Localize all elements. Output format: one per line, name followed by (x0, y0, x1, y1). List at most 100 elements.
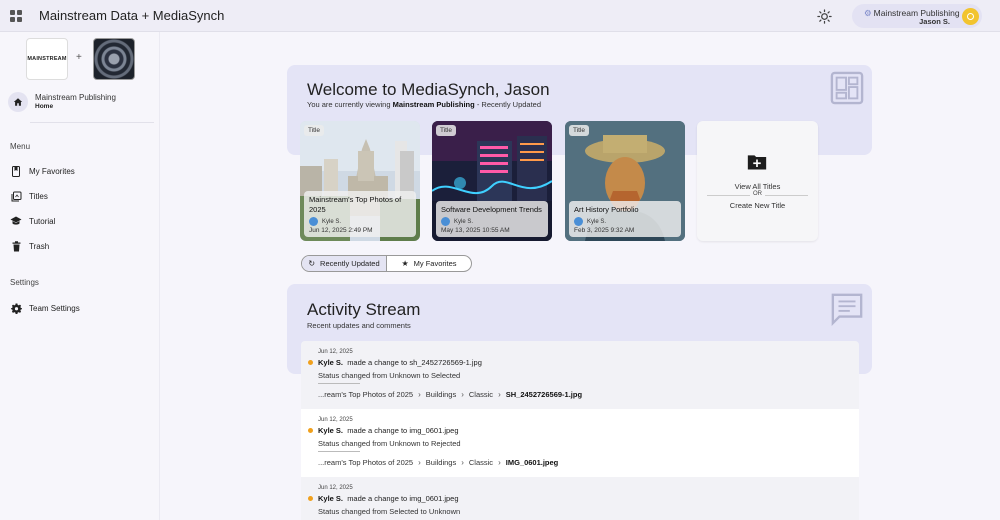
divider (318, 451, 360, 452)
title-tile-top-photos[interactable]: Title Mainstream's Top Photos of 2025 Ky… (300, 121, 420, 241)
breadcrumb-item[interactable]: SH_2452726569-1.jpg (506, 390, 582, 399)
activity-status: Status changed from Unknown to Rejected (318, 439, 461, 448)
comment-icon (831, 293, 863, 326)
unread-dot-icon (308, 360, 313, 365)
breadcrumb-item[interactable]: Classic (469, 458, 493, 467)
gear-icon (10, 302, 22, 314)
user-badge-icon (441, 217, 450, 226)
sidebar-item-tutorial[interactable]: Tutorial (10, 213, 150, 229)
tile-date: May 13, 2025 10:55 AM (441, 227, 510, 234)
title-tile-art-history[interactable]: Title Art History Portfolio Kyle S. Feb … (565, 121, 685, 241)
activity-date: Jun 12, 2025 (318, 417, 353, 423)
activity-user: Kyle S. (318, 358, 344, 367)
app-title: Mainstream Data + MediaSynch (39, 8, 225, 23)
sidebar-item-label: Tutorial (29, 216, 56, 226)
toggle-label: My Favorites (413, 259, 457, 268)
breadcrumb: ...ream's Top Photos of 2025 › Buildings ›… (318, 458, 558, 467)
tile-date: Feb 3, 2025 9:32 AM (574, 227, 635, 234)
breadcrumb-item[interactable]: IMG_0601.jpeg (506, 458, 559, 467)
sidebar-item-titles[interactable]: Titles (10, 188, 150, 204)
chevron-right-icon: › (418, 390, 421, 399)
theme-toggle-sun-icon[interactable] (817, 9, 832, 24)
avatar-icon (967, 13, 974, 20)
title-tile-software-trends[interactable]: Title Software Development Trends Kyle S… (432, 121, 552, 241)
chevron-right-icon: › (461, 390, 464, 399)
activity-subtitle: Recent updates and comments (307, 321, 411, 330)
sidebar-item-team-settings[interactable]: Team Settings (10, 300, 150, 316)
mainstream-logo: MAINSTREAM (26, 38, 68, 80)
sidebar-item-label: Titles (29, 191, 48, 201)
welcome-subtitle: You are currently viewing Mainstream Pub… (307, 100, 541, 109)
tile-tag: Title (436, 125, 457, 136)
chevron-right-icon: › (418, 458, 421, 467)
home-label: Home (35, 103, 54, 110)
divider (30, 122, 154, 123)
activity-item[interactable]: Jun 12, 2025 Kyle S. made a change to im… (301, 477, 859, 520)
chevron-right-icon: › (498, 458, 501, 467)
unread-dot-icon (308, 428, 313, 433)
activity-action: made a change to sh_2452726569-1.jpg (347, 358, 482, 367)
view-all-card: View All Titles OR Create New Title (697, 121, 818, 241)
sidebar-item-home[interactable]: Mainstream Publishing Home (8, 90, 154, 120)
divider (318, 383, 360, 384)
sidebar-item-label: Trash (29, 241, 50, 251)
activity-date: Jun 12, 2025 (318, 349, 353, 355)
user-avatar[interactable] (962, 8, 979, 25)
activity-user: Kyle S. (318, 426, 344, 435)
tile-info: Software Development Trends Kyle S. May … (436, 201, 548, 237)
breadcrumb-item[interactable]: Classic (469, 390, 493, 399)
tile-info: Art History Portfolio Kyle S. Feb 3, 202… (569, 201, 681, 237)
breadcrumb-item[interactable]: Buildings (426, 390, 456, 399)
plus-sign: + (76, 52, 82, 63)
welcome-sub-org: Mainstream Publishing (392, 100, 475, 109)
tile-user: Kyle S. (322, 218, 342, 225)
welcome-sub-suffix: - Recently Updated (476, 100, 542, 109)
chevron-right-icon: › (498, 390, 501, 399)
activity-item[interactable]: Jun 12, 2025 Kyle S. made a change to im… (301, 409, 859, 477)
menu-heading: Menu (10, 142, 31, 151)
sidebar-item-label: My Favorites (29, 166, 75, 176)
sidebar-item-label: Team Settings (29, 303, 80, 313)
activity-list: Jun 12, 2025 Kyle S. made a change to sh… (301, 341, 859, 520)
breadcrumb-item[interactable]: ...ream's Top Photos of 2025 (318, 390, 413, 399)
sidebar-item-trash[interactable]: Trash (10, 238, 150, 254)
titles-icon (10, 190, 22, 202)
star-icon: ★ (401, 259, 409, 268)
tile-tag: Title (569, 125, 590, 136)
account-user: Jason S. (919, 17, 950, 26)
graduation-cap-icon (10, 215, 22, 227)
top-bar: Mainstream Data + MediaSynch ⚙ Mainstream… (0, 0, 1000, 32)
trash-icon (10, 240, 22, 252)
activity-status: Status changed from Selected to Unknown (318, 507, 461, 516)
activity-status: Status changed from Unknown to Selected (318, 371, 461, 380)
sidebar-item-my-favorites[interactable]: My Favorites (10, 163, 150, 179)
tile-name: Mainstream's Top Photos of 2025 (309, 195, 402, 214)
tile-tag: Title (304, 125, 325, 136)
welcome-sub-prefix: You are currently viewing (307, 100, 391, 109)
create-new-title-link[interactable]: Create New Title (697, 201, 818, 210)
toggle-label: Recently Updated (320, 259, 380, 268)
chevron-right-icon: › (461, 458, 464, 467)
activity-action: made a change to img_0601.jpeg (347, 426, 459, 435)
tile-name: Art History Portfolio (574, 205, 639, 214)
apps-grid-icon[interactable] (10, 10, 22, 22)
breadcrumb-item[interactable]: Buildings (426, 458, 456, 467)
activity-item[interactable]: Jun 12, 2025 Kyle S. made a change to sh… (301, 341, 859, 409)
tile-user: Kyle S. (587, 218, 607, 225)
or-label: OR (750, 191, 765, 197)
tile-date: Jun 12, 2025 2:49 PM (309, 227, 373, 234)
toggle-recently-updated[interactable]: ↻ Recently Updated (302, 256, 387, 271)
activity-action: made a change to img_0601.jpeg (347, 494, 459, 503)
tile-info: Mainstream's Top Photos of 2025 Kyle S. … (304, 191, 416, 237)
org-dot-icon: ⚙ (864, 8, 872, 18)
tile-user: Kyle S. (454, 218, 474, 225)
unread-dot-icon (308, 496, 313, 501)
welcome-title: Welcome to MediaSynch, Jason (307, 80, 550, 99)
dashboard-icon (830, 71, 864, 105)
breadcrumb-item[interactable]: ...ream's Top Photos of 2025 (318, 458, 413, 467)
view-all-titles-link[interactable]: View All Titles (697, 182, 818, 191)
toggle-my-favorites[interactable]: ★ My Favorites (387, 256, 471, 271)
new-folder-icon (747, 155, 767, 170)
settings-heading: Settings (10, 278, 39, 287)
activity-date: Jun 12, 2025 (318, 485, 353, 491)
